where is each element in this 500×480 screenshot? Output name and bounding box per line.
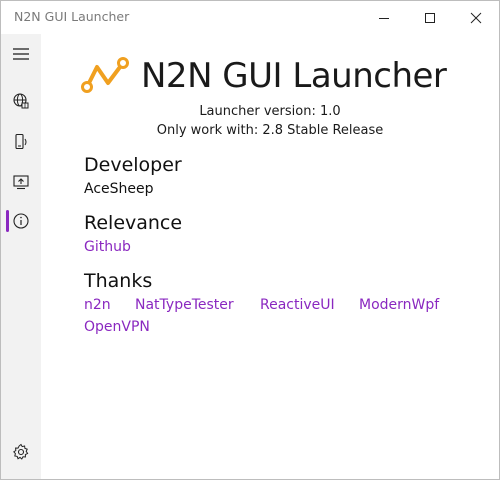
sidebar-item-settings[interactable]: [1, 432, 41, 472]
close-icon: [470, 12, 482, 23]
maximize-button[interactable]: [407, 1, 453, 34]
thanks-link-reactiveui[interactable]: ReactiveUI: [260, 297, 335, 313]
developer-heading: Developer: [84, 154, 182, 176]
hamburger-menu-button[interactable]: [1, 34, 41, 74]
hamburger-menu-icon: [13, 48, 29, 60]
launcher-version: Launcher version: 1.0: [41, 104, 499, 119]
minimize-button[interactable]: [361, 1, 407, 34]
window-title: N2N GUI Launcher: [14, 9, 130, 24]
relevance-heading: Relevance: [84, 212, 183, 234]
sidebar-item-about[interactable]: [1, 201, 41, 241]
info-icon: [13, 213, 29, 229]
thanks-link-modernwpf[interactable]: ModernWpf: [359, 297, 439, 313]
thanks-link-nattypetester[interactable]: NatTypeTester: [135, 297, 234, 313]
sidebar-item-network[interactable]: [1, 81, 41, 121]
gear-icon: [13, 443, 29, 460]
minimize-icon: [379, 17, 389, 19]
title-bar[interactable]: N2N GUI Launcher: [1, 1, 499, 34]
network-globe-icon: [13, 93, 29, 109]
sidebar-item-share[interactable]: [1, 162, 41, 202]
developer-name: AceSheep: [84, 181, 154, 197]
thanks-link-openvpn[interactable]: OpenVPN: [84, 319, 150, 335]
app-title: N2N GUI Launcher: [141, 56, 447, 96]
about-page: N2N GUI Launcher Launcher version: 1.0 O…: [41, 34, 499, 479]
app-window: N2N GUI Launcher N2N GUI Launcher Launch…: [0, 0, 500, 480]
thanks-link-n2n[interactable]: n2n: [84, 297, 111, 313]
maximize-icon: [425, 12, 435, 23]
sidebar: [1, 34, 41, 479]
launcher-version-text: Launcher version: 1.0: [199, 104, 341, 119]
github-link[interactable]: Github: [84, 239, 131, 255]
close-button[interactable]: [453, 1, 499, 34]
compatibility-note: Only work with: 2.8 Stable Release: [41, 123, 499, 138]
n2n-logo-icon: [81, 57, 129, 93]
sidebar-item-device[interactable]: [1, 122, 41, 162]
share-screen-icon: [13, 175, 29, 190]
compatibility-text: Only work with: 2.8 Stable Release: [156, 123, 384, 138]
device-icon: [15, 133, 27, 150]
app-header: N2N GUI Launcher: [81, 56, 447, 96]
thanks-heading: Thanks: [84, 270, 153, 292]
